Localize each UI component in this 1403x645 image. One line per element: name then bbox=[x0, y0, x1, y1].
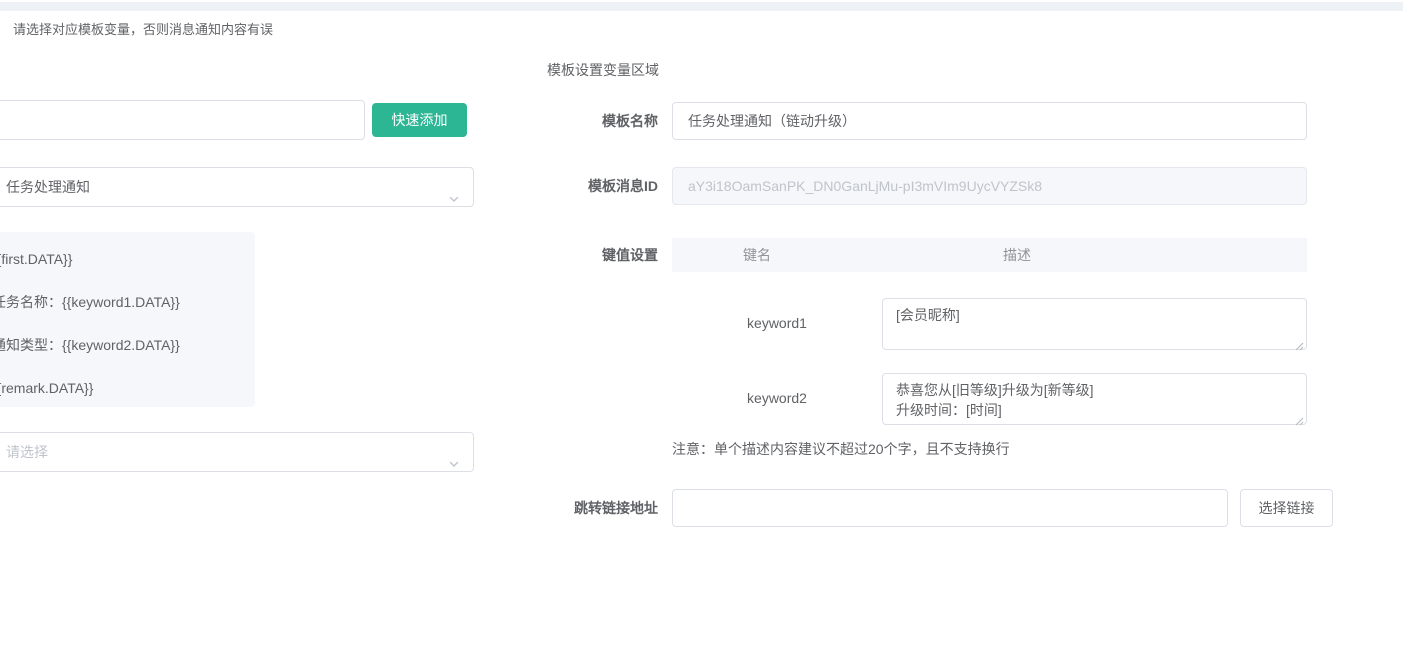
template-preview-box: {{first.DATA}} 任务名称：{{keyword1.DATA}} 通知… bbox=[0, 232, 255, 407]
kv-row-key-keyword2: keyword2 bbox=[672, 390, 882, 406]
preview-line-remark: {{remark.DATA}} bbox=[0, 367, 235, 410]
quick-add-input[interactable] bbox=[0, 100, 365, 140]
kv-row-desc-wrap: [会员昵称] bbox=[882, 298, 1307, 350]
template-name-label: 模板名称 bbox=[547, 102, 658, 140]
template-type-select-value: 任务处理通知 bbox=[6, 179, 90, 195]
preview-line-keyword2: 通知类型：{{keyword2.DATA}} bbox=[0, 324, 235, 367]
template-id-label: 模板消息ID bbox=[547, 167, 658, 205]
variable-select[interactable]: 请选择 bbox=[0, 432, 474, 472]
keyword2-desc-textarea[interactable]: 恭喜您从[旧等级]升级为[新等级] 升级时间：[时间] bbox=[882, 373, 1307, 425]
choose-link-button[interactable]: 选择链接 bbox=[1240, 489, 1333, 527]
quick-add-button[interactable]: 快速添加 bbox=[372, 103, 467, 137]
template-type-select[interactable]: 任务处理通知 bbox=[0, 167, 474, 207]
top-divider-bar bbox=[0, 2, 1403, 11]
jump-link-label: 跳转链接地址 bbox=[547, 489, 658, 527]
chevron-down-icon bbox=[448, 446, 460, 458]
kv-row-desc-wrap: 恭喜您从[旧等级]升级为[新等级] 升级时间：[时间] bbox=[882, 373, 1307, 425]
kv-settings-header: 键名 描述 bbox=[672, 238, 1307, 272]
kv-row-key-keyword1: keyword1 bbox=[672, 315, 882, 331]
section-title: 模板设置变量区域 bbox=[547, 60, 659, 80]
template-id-input bbox=[672, 167, 1307, 205]
chevron-down-icon bbox=[448, 181, 460, 193]
kv-settings-label: 键值设置 bbox=[547, 238, 658, 272]
kv-header-key-column: 键名 bbox=[672, 245, 842, 265]
preview-line-first: {{first.DATA}} bbox=[0, 238, 235, 281]
jump-link-input[interactable] bbox=[672, 489, 1228, 527]
kv-settings-note: 注意：单个描述内容建议不超过20个字，且不支持换行 bbox=[672, 441, 1010, 457]
template-name-input[interactable] bbox=[672, 102, 1307, 140]
variable-select-placeholder: 请选择 bbox=[6, 444, 48, 460]
keyword1-desc-textarea[interactable]: [会员昵称] bbox=[882, 298, 1307, 350]
kv-header-desc-column: 描述 bbox=[842, 245, 1192, 265]
preview-line-keyword1: 任务名称：{{keyword1.DATA}} bbox=[0, 281, 235, 324]
template-variable-notice: 请选择对应模板变量，否则消息通知内容有误 bbox=[13, 21, 273, 39]
